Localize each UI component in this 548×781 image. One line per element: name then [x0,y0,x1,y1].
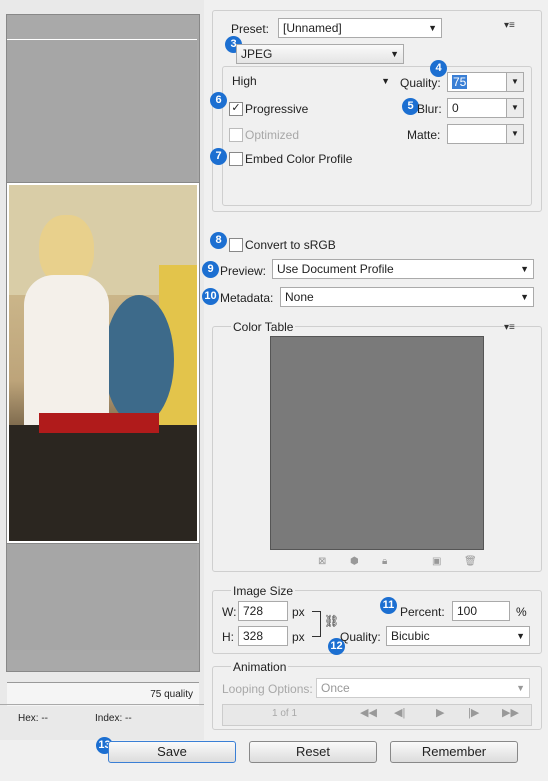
preset-select[interactable]: [Unnamed] ▼ [278,18,442,38]
badge-6: 6 [210,92,227,109]
quality-label: Quality: [400,76,441,90]
color-table-swatch-area[interactable] [270,336,484,550]
badge-7: 7 [210,148,227,165]
preset-value: [Unnamed] [283,21,342,35]
preview-image [7,183,199,543]
badge-11: 11 [380,597,397,614]
embed-color-profile-label: Embed Color Profile [245,152,353,166]
settings-panel: Preset: [Unnamed] ▼ ▾≡ 3 JPEG ▼ High ▼ 4… [202,0,548,781]
format-select[interactable]: JPEG ▼ [236,44,404,64]
blur-value: 0 [452,101,459,115]
frame-counter: 1 of 1 [272,708,298,719]
resample-quality-value: Bicubic [391,629,430,643]
preview-value: Use Document Profile [277,262,394,276]
last-frame-icon[interactable]: ▶▶ [502,706,519,719]
image-size-title: Image Size [231,584,296,598]
badge-10: 10 [202,288,219,305]
metadata-select[interactable]: None ▼ [280,287,534,307]
percent-unit: % [516,605,527,619]
quality-value: 75 [452,75,468,89]
constrain-bracket [312,611,321,637]
web-shift-icon[interactable]: ⬢ [350,556,359,567]
preview-pane: 75 quality Hex: -- Index: -- [0,0,205,740]
animation-title: Animation [231,660,289,674]
quality-level-value: High [232,74,257,88]
hex-readout: Hex: -- [18,713,48,724]
badge-8: 8 [210,232,227,249]
width-value: 728 [243,604,264,618]
remember-button[interactable]: Remember [390,741,518,763]
percent-input[interactable]: 100 [452,601,510,621]
chevron-down-icon: ▼ [516,683,525,693]
new-color-icon[interactable]: ▣ [432,556,441,567]
index-readout: Index: -- [95,713,132,724]
chevron-down-icon: ▼ [520,264,529,274]
preview-canvas[interactable]: 75 quality [7,39,199,706]
animation-controls [222,704,532,726]
metadata-value: None [285,290,314,304]
blur-label: Blur: [417,102,442,116]
status-bar: Hex: -- Index: -- [0,704,204,733]
optimized-label: Optimized [245,128,300,142]
height-unit: px [292,630,305,644]
embed-color-profile-checkbox[interactable] [229,152,243,166]
color-table-title: Color Table [231,320,296,334]
looping-label: Looping Options: [222,682,313,696]
matte-select[interactable]: ▼ [447,124,524,144]
quality-input[interactable]: 75 ▼ [447,72,524,92]
height-label: H: [222,630,234,644]
preview-frame: 75 quality [6,14,200,706]
progressive-checkbox[interactable]: ✓ [229,102,243,116]
chevron-down-icon[interactable]: ▼ [506,125,523,143]
progressive-label: Progressive [245,102,309,116]
resample-quality-select[interactable]: Bicubic ▼ [386,626,530,646]
chevron-down-icon[interactable]: ▼ [506,73,523,91]
optimized-checkbox[interactable] [229,128,243,142]
first-frame-icon[interactable]: ◀◀ [360,706,377,719]
map-transparent-icon[interactable]: ⊠ [318,556,326,567]
convert-srgb-checkbox[interactable] [229,238,243,252]
save-button[interactable]: Save [108,741,236,763]
preview-label: Preview: [220,264,267,278]
chevron-down-icon: ▼ [520,292,529,302]
panel-menu-icon[interactable]: ▾≡ [504,20,515,31]
width-input[interactable]: 728 [238,601,288,621]
chevron-down-icon[interactable]: ▼ [506,99,523,117]
trash-icon[interactable]: 🗑︎ [464,556,477,567]
quality-level-select[interactable]: High ▼ [228,72,394,92]
previous-frame-icon[interactable]: ◀| [394,706,405,719]
matte-label: Matte: [407,128,441,142]
chevron-down-icon: ▼ [516,631,525,641]
preview-select[interactable]: Use Document Profile ▼ [272,259,534,279]
resample-quality-label: Quality: [340,630,381,644]
metadata-label: Metadata: [220,291,274,305]
looping-select[interactable]: Once ▼ [316,678,530,698]
preset-label: Preset: [231,22,270,36]
height-input[interactable]: 328 [238,626,288,646]
color-table-menu-icon[interactable]: ▾≡ [504,322,515,333]
reset-button[interactable]: Reset [249,741,377,763]
percent-label: Percent: [400,605,445,619]
badge-4: 4 [430,60,447,77]
blur-input[interactable]: 0 ▼ [447,98,524,118]
play-icon[interactable]: ▶ [436,706,444,719]
chevron-down-icon: ▼ [381,76,390,86]
convert-srgb-label: Convert to sRGB [245,238,336,252]
format-value: JPEG [241,47,273,61]
height-value: 328 [243,629,264,643]
chevron-down-icon: ▼ [428,23,437,33]
badge-9: 9 [202,261,219,278]
width-unit: px [292,605,305,619]
percent-value: 100 [457,604,478,618]
chevron-down-icon: ▼ [390,49,399,59]
lock-color-icon[interactable]: 🔒︎ [382,556,387,567]
quality-caption: 75 quality [7,682,199,706]
next-frame-icon[interactable]: |▶ [468,706,479,719]
looping-value: Once [321,681,350,695]
link-icon[interactable]: ⛓ [324,614,339,628]
width-label: W: [222,605,237,619]
